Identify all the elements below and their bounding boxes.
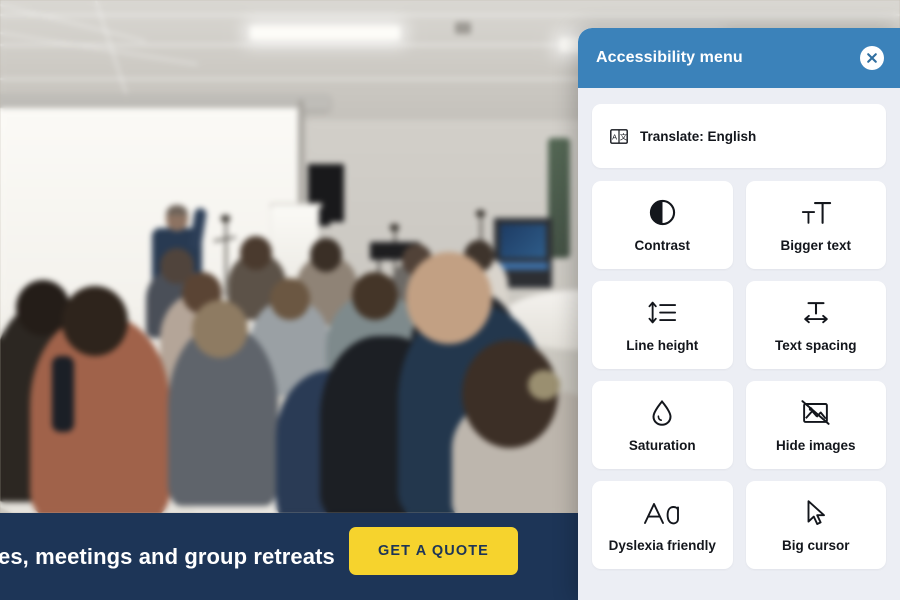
get-a-quote-button[interactable]: GET A QUOTE: [349, 527, 518, 575]
accessibility-options-grid: Contrast Bigger text Line height Text sp…: [592, 181, 886, 569]
bigger-text-icon: [800, 198, 832, 228]
option-saturation[interactable]: Saturation: [592, 381, 733, 469]
audience-head: [352, 272, 398, 320]
translate-icon: A 文: [610, 121, 628, 151]
av-monitor: [500, 224, 546, 258]
option-big-cursor[interactable]: Big cursor: [745, 481, 886, 569]
accessibility-menu-header: Accessibility menu: [578, 28, 900, 88]
audience-head: [62, 286, 128, 356]
text-spacing-icon: [801, 298, 831, 328]
option-label: Text spacing: [774, 337, 857, 353]
saturation-icon: [650, 398, 674, 428]
option-label: Line height: [626, 337, 699, 353]
option-label: Saturation: [628, 437, 696, 453]
accessibility-menu-body: A 文 Translate: English Contrast Bigger t…: [578, 88, 900, 600]
bottom-tagline: es, meetings and group retreats: [0, 543, 335, 569]
dyslexia-icon: [642, 498, 682, 528]
translate-row[interactable]: A 文 Translate: English: [592, 104, 886, 168]
screenshot-root: es, meetings and group retreats GET A QU…: [0, 0, 900, 600]
svg-text:文: 文: [620, 132, 628, 141]
ceiling-line: [0, 14, 900, 16]
microphone: [476, 210, 485, 217]
microphone: [221, 215, 230, 222]
accessibility-menu-title: Accessibility menu: [596, 49, 743, 66]
water-bottle: [52, 356, 74, 432]
hair-tie: [528, 370, 560, 400]
microphone: [390, 224, 399, 231]
audience-head: [240, 236, 272, 270]
option-contrast[interactable]: Contrast: [592, 181, 733, 269]
big-cursor-icon: [804, 498, 828, 528]
option-label: Contrast: [634, 237, 690, 253]
audience-head: [192, 300, 248, 358]
contrast-icon: [649, 198, 676, 228]
option-line-height[interactable]: Line height: [592, 281, 733, 369]
option-bigger-text[interactable]: Bigger text: [745, 181, 886, 269]
line-height-icon: [647, 298, 677, 328]
option-dyslexia-friendly[interactable]: Dyslexia friendly: [592, 481, 733, 569]
av-light-strip: [498, 262, 548, 270]
audience-head: [270, 278, 310, 320]
accessibility-menu-panel: Accessibility menu A 文 Translate: Englis…: [578, 28, 900, 600]
ceiling-vent: [455, 22, 471, 34]
option-label: Dyslexia friendly: [608, 537, 716, 553]
svg-text:A: A: [612, 132, 617, 141]
hide-images-icon: [801, 398, 830, 428]
audience-head-bald: [406, 252, 492, 344]
option-hide-images[interactable]: Hide images: [745, 381, 886, 469]
close-button[interactable]: [860, 46, 884, 70]
audience-head: [310, 238, 342, 272]
option-label: Bigger text: [780, 237, 851, 253]
translate-label: Translate: English: [640, 128, 757, 144]
mic-stand: [225, 218, 227, 304]
option-label: Hide images: [775, 437, 856, 453]
option-label: Big cursor: [781, 537, 850, 553]
close-icon: [866, 52, 878, 64]
option-text-spacing[interactable]: Text spacing: [745, 281, 886, 369]
ceiling-light: [250, 26, 400, 40]
